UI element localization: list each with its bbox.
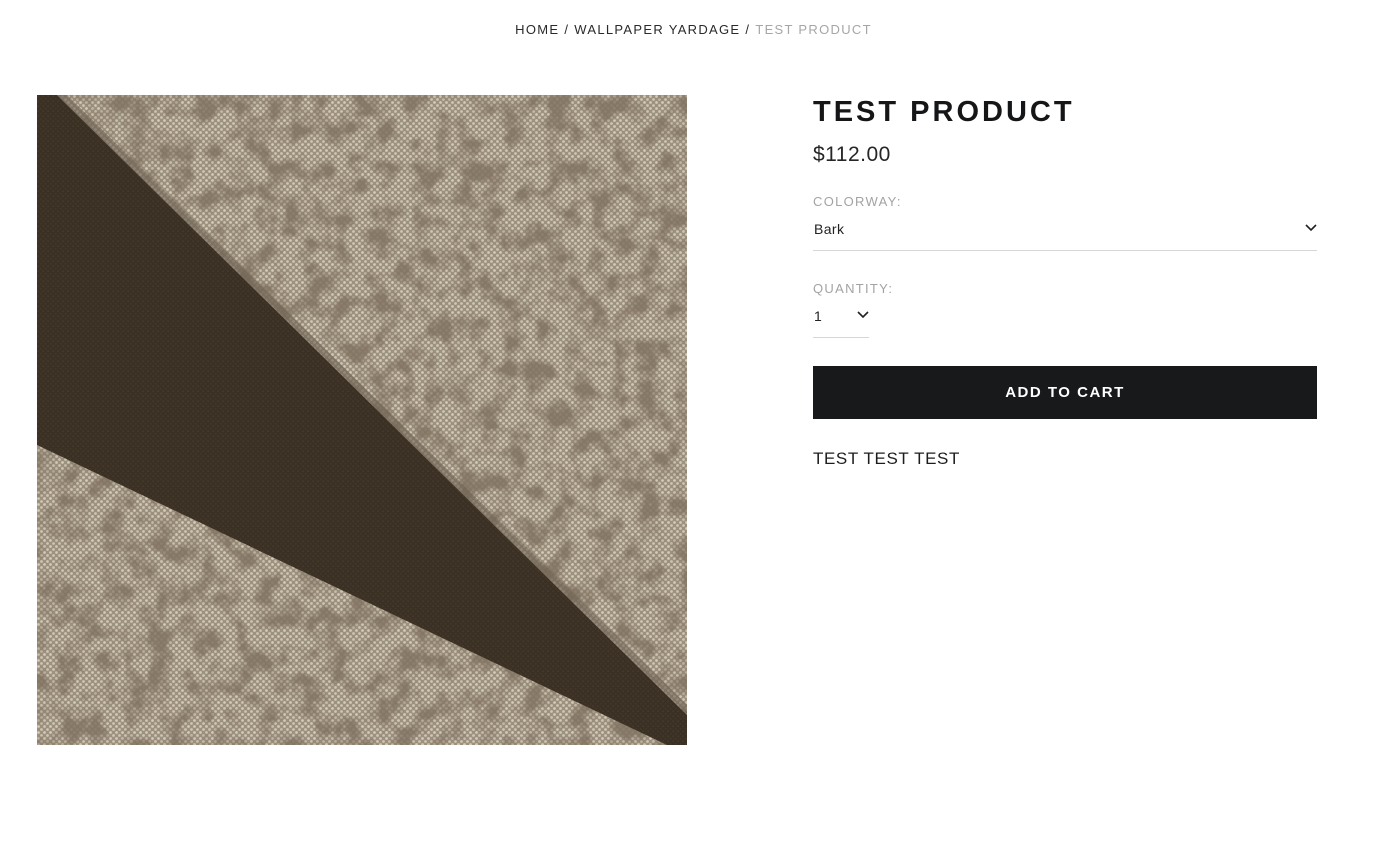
product-swatch-image	[37, 95, 687, 745]
breadcrumb-collection-link[interactable]: WALLPAPER YARDAGE	[574, 22, 740, 37]
product-info: TEST PRODUCT $112.00 COLORWAY: Bark QUAN…	[813, 95, 1317, 469]
colorway-selected-value: Bark	[814, 221, 845, 237]
chevron-down-icon	[857, 311, 869, 319]
colorway-select[interactable]: Bark	[813, 221, 1317, 251]
colorway-label: COLORWAY:	[813, 194, 902, 209]
quantity-label: QUANTITY:	[813, 281, 894, 296]
breadcrumb-separator: /	[745, 22, 751, 37]
quantity-selected-value: 1	[814, 308, 823, 324]
product-image[interactable]	[37, 95, 687, 745]
breadcrumb-home-link[interactable]: HOME	[515, 22, 559, 37]
breadcrumb: HOME / WALLPAPER YARDAGE / TEST PRODUCT	[0, 22, 1387, 37]
quantity-select[interactable]: 1	[813, 308, 869, 338]
product-title: TEST PRODUCT	[813, 96, 1075, 128]
add-to-cart-button[interactable]: ADD TO CART	[813, 366, 1317, 419]
chevron-down-icon	[1305, 224, 1317, 232]
product-price: $112.00	[813, 143, 891, 166]
breadcrumb-separator: /	[564, 22, 570, 37]
product-description: TEST TEST TEST	[813, 449, 960, 468]
breadcrumb-current: TEST PRODUCT	[755, 22, 872, 37]
